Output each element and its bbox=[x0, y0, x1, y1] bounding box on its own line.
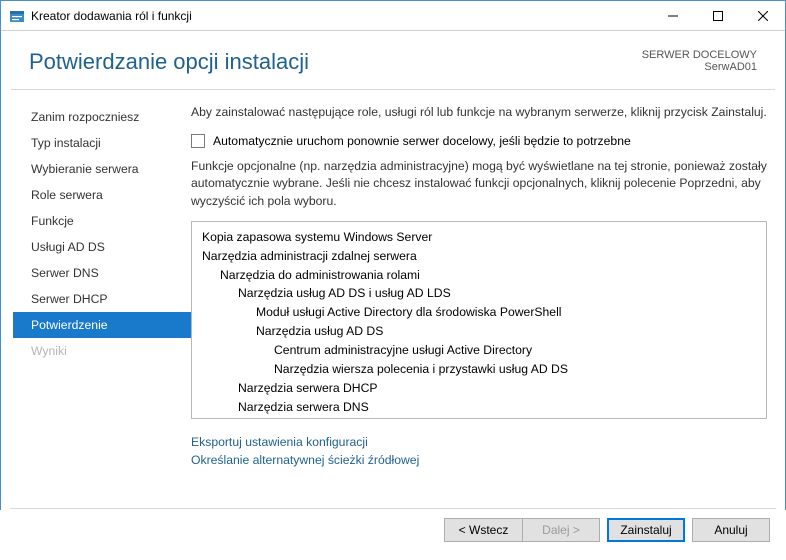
nav-item-1[interactable]: Typ instalacji bbox=[13, 130, 191, 156]
destination-label: SERWER DOCELOWY bbox=[642, 49, 757, 61]
maximize-button[interactable] bbox=[695, 1, 740, 31]
list-item: Moduł usługi Active Directory dla środow… bbox=[202, 303, 756, 322]
back-button[interactable]: < Wstecz bbox=[444, 518, 522, 542]
optional-features-note: Funkcje opcjonalne (np. narzędzia admini… bbox=[191, 158, 767, 211]
install-button[interactable]: Zainstaluj bbox=[607, 518, 685, 542]
nav-item-5[interactable]: Usługi AD DS bbox=[13, 234, 191, 260]
nav-item-3[interactable]: Role serwera bbox=[13, 182, 191, 208]
titlebar: Kreator dodawania ról i funkcji bbox=[1, 1, 785, 31]
auto-restart-row: Automatycznie uruchom ponownie serwer do… bbox=[191, 134, 767, 148]
intro-text: Aby zainstalować następujące role, usług… bbox=[191, 104, 767, 122]
footer: < Wstecz Dalej > Zainstaluj Anuluj bbox=[0, 510, 786, 560]
close-button[interactable] bbox=[740, 1, 785, 31]
features-list[interactable]: Kopia zapasowa systemu Windows ServerNar… bbox=[191, 221, 767, 419]
cancel-button[interactable]: Anuluj bbox=[692, 518, 770, 542]
list-item: Centrum administracyjne usługi Active Di… bbox=[202, 341, 756, 360]
main-content: Aby zainstalować następujące role, usług… bbox=[191, 104, 785, 498]
config-links: Eksportuj ustawienia konfiguracji Określ… bbox=[191, 433, 767, 470]
nav-item-0[interactable]: Zanim rozpoczniesz bbox=[13, 104, 191, 130]
list-item: Narzędzia usług AD DS bbox=[202, 322, 756, 341]
minimize-button[interactable] bbox=[650, 1, 695, 31]
list-item: Narzędzia wiersza polecenia i przystawki… bbox=[202, 360, 756, 379]
nav-item-9: Wyniki bbox=[13, 338, 191, 364]
nav-item-2[interactable]: Wybieranie serwera bbox=[13, 156, 191, 182]
sidebar: Zanim rozpocznieszTyp instalacjiWybieran… bbox=[1, 104, 191, 498]
list-item: Narzędzia usług AD DS i usług AD LDS bbox=[202, 284, 756, 303]
list-item: Narzędzia serwera DHCP bbox=[202, 379, 756, 398]
nav-item-6[interactable]: Serwer DNS bbox=[13, 260, 191, 286]
destination-server: SerwAD01 bbox=[642, 61, 757, 73]
list-item: Narzędzia administracji zdalnej serwera bbox=[202, 247, 756, 266]
export-config-link[interactable]: Eksportuj ustawienia konfiguracji bbox=[191, 433, 767, 451]
app-icon bbox=[9, 8, 25, 24]
destination-info: SERWER DOCELOWY SerwAD01 bbox=[642, 49, 757, 73]
list-item: Narzędzia do administrowania rolami bbox=[202, 266, 756, 285]
footer-divider bbox=[10, 508, 776, 509]
window-title: Kreator dodawania ról i funkcji bbox=[31, 9, 192, 23]
page-header: Potwierdzanie opcji instalacji SERWER DO… bbox=[1, 31, 785, 89]
auto-restart-label: Automatycznie uruchom ponownie serwer do… bbox=[213, 134, 631, 148]
auto-restart-checkbox[interactable] bbox=[191, 134, 205, 148]
list-item: Narzędzia serwera DNS bbox=[202, 398, 756, 417]
next-button: Dalej > bbox=[522, 518, 600, 542]
nav-item-4[interactable]: Funkcje bbox=[13, 208, 191, 234]
nav-item-8[interactable]: Potwierdzenie bbox=[13, 312, 191, 338]
nav-item-7[interactable]: Serwer DHCP bbox=[13, 286, 191, 312]
page-title: Potwierdzanie opcji instalacji bbox=[29, 49, 309, 75]
alt-source-path-link[interactable]: Określanie alternatywnej ścieżki źródłow… bbox=[191, 451, 767, 469]
list-item: Kopia zapasowa systemu Windows Server bbox=[202, 228, 756, 247]
